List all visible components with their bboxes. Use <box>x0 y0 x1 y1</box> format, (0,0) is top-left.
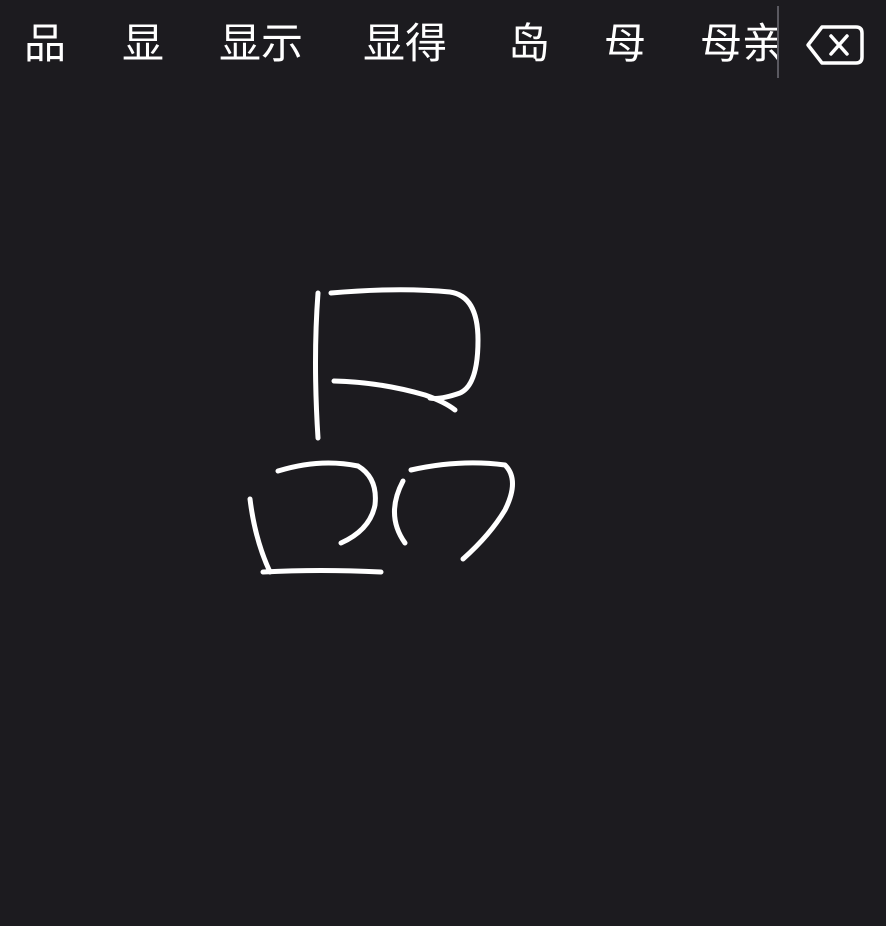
ink-stroke <box>313 290 321 441</box>
candidate-item[interactable]: 品 <box>24 18 66 70</box>
ink-stroke <box>260 568 384 575</box>
handwriting-canvas[interactable] <box>0 90 886 926</box>
candidate-item[interactable]: 母亲 <box>700 18 779 70</box>
ink-stroke <box>275 460 378 546</box>
ink-stroke <box>331 378 458 413</box>
handwriting-strokes <box>247 287 515 575</box>
candidate-item[interactable]: 母 <box>604 18 646 70</box>
candidate-bar: 品 显 显示 显得 岛 母 母亲 <box>0 0 886 90</box>
candidate-list[interactable]: 品 显 显示 显得 岛 母 母亲 <box>0 0 779 90</box>
divider <box>777 6 779 78</box>
candidate-item[interactable]: 显示 <box>219 18 303 70</box>
candidate-item[interactable]: 岛 <box>508 18 550 70</box>
candidate-item[interactable]: 显 <box>122 18 164 70</box>
candidate-item[interactable]: 显得 <box>363 18 447 70</box>
backspace-button[interactable] <box>800 18 870 72</box>
ink-stroke <box>392 478 408 546</box>
ink-stroke <box>408 460 515 562</box>
ink-stroke <box>247 496 273 575</box>
backspace-icon <box>806 25 864 65</box>
